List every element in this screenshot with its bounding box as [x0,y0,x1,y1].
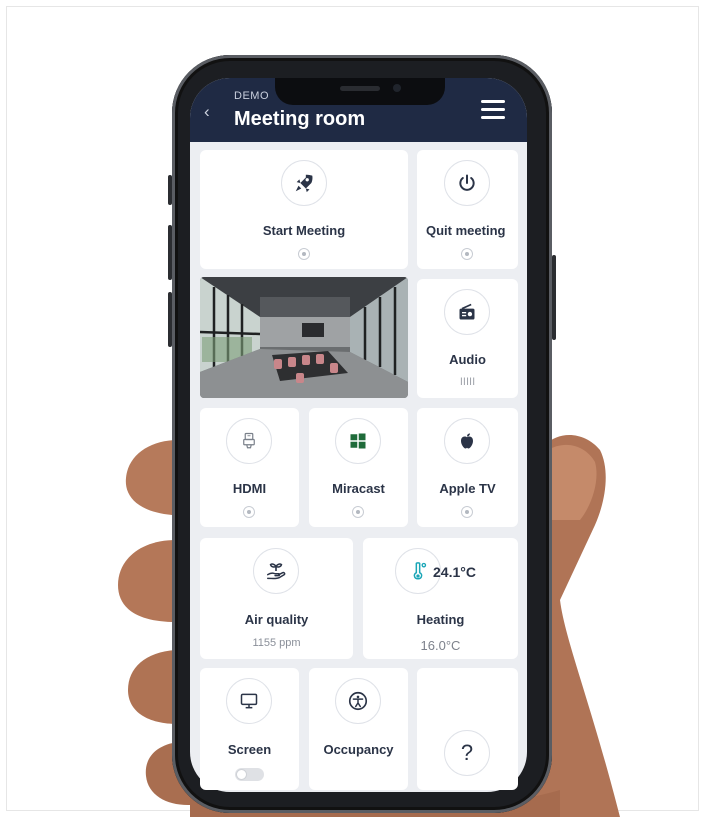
screen-tile[interactable]: Screen [200,668,299,790]
audio-level-indicator: IIIII [459,376,476,388]
hdmi-status-dot [243,506,255,518]
start-meeting-tile[interactable]: Start Meeting [200,150,408,269]
question-icon: ? [444,730,490,776]
audio-tile[interactable]: Audio IIIII [417,279,518,398]
question-mark: ? [460,740,474,765]
start-meeting-status-dot [298,248,310,260]
monitor-icon [226,678,272,724]
air-quality-tile[interactable]: Air quality 1155 ppm [200,538,353,659]
heating-label: Heating [416,612,465,627]
quit-meeting-tile[interactable]: Quit meeting [417,150,518,269]
miracast-status-dot [352,506,364,518]
front-camera [393,84,401,92]
miracast-tile[interactable]: Miracast [309,408,408,527]
hdmi-plug-icon [226,418,272,464]
phone-notch [275,78,445,105]
plant-hand-icon [253,548,299,594]
quit-meeting-label: Quit meeting [426,223,506,238]
apple-tv-label: Apple TV [439,481,496,496]
heating-tile[interactable]: 24.1°C Heating 16.0°C [363,538,518,659]
hdmi-tile[interactable]: HDMI [200,408,299,527]
help-tile[interactable]: ? [417,668,518,790]
rocket-icon [281,160,327,206]
breadcrumb: DEMO [234,90,269,102]
occupancy-tile[interactable]: Occupancy [309,668,408,790]
miracast-label: Miracast [332,481,385,496]
page-title: Meeting room [234,108,366,130]
quit-meeting-status-dot [461,248,473,260]
person-circle-icon [335,678,381,724]
apple-icon [444,418,490,464]
screen-label: Screen [227,742,272,757]
occupancy-label: Occupancy [323,742,394,757]
toggle-knob [236,769,247,780]
speaker-grille [340,86,380,91]
heating-setpoint: 16.0°C [420,638,461,653]
windows-icon [335,418,381,464]
screen-toggle[interactable] [235,768,264,781]
room-photo [200,277,408,398]
apple-tv-tile[interactable]: Apple TV [417,408,518,527]
hdmi-label: HDMI [232,481,267,496]
audio-label: Audio [449,352,486,367]
power-icon [444,160,490,206]
hamburger-icon[interactable] [481,100,505,120]
chevron-left-icon[interactable]: ‹ [204,102,210,122]
apple-tv-status-dot [461,506,473,518]
radio-icon [444,289,490,335]
start-meeting-label: Start Meeting [262,223,346,238]
air-quality-label: Air quality [244,612,309,627]
air-quality-value: 1155 ppm [252,637,301,649]
heating-current-temp: 24.1°C [433,564,476,580]
